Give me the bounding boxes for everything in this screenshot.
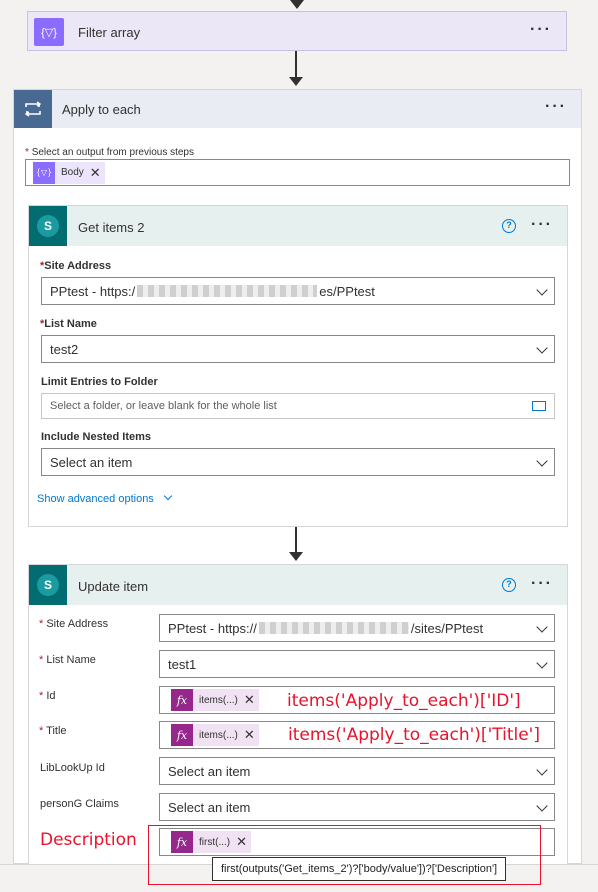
help-icon[interactable]: ? (502, 219, 516, 233)
nested-label: Include Nested Items (41, 431, 152, 443)
annotation-description: Description (40, 830, 137, 850)
chevron-down-icon[interactable] (536, 284, 548, 296)
list-name-field[interactable]: test2 (41, 335, 555, 363)
arrow-down-icon (289, 77, 303, 86)
update-list-field[interactable]: test1 (159, 650, 555, 678)
select-output-label: * Select an output from previous steps (25, 147, 194, 158)
update-list-label: * List Name (39, 654, 96, 666)
show-advanced-link[interactable]: Show advanced options (37, 491, 173, 505)
arrow-down-icon (289, 552, 303, 561)
chevron-down-icon[interactable] (536, 342, 548, 354)
apply-to-each-card[interactable]: Apply to each ··· * Select an output fro… (13, 89, 582, 864)
update-item-more-button[interactable]: ··· (531, 575, 553, 593)
update-item-title: Update item (78, 579, 149, 594)
chevron-down-icon[interactable] (536, 657, 548, 669)
title-label: * Title (39, 725, 67, 737)
remove-token-icon[interactable]: ✕ (90, 165, 105, 181)
blurred-url (258, 622, 409, 634)
get-items-card[interactable]: S Get items 2 ? ··· *Site Address PPtest… (28, 205, 568, 527)
nested-items-field[interactable]: Select an item (41, 448, 555, 476)
get-items-more-button[interactable]: ··· (531, 216, 553, 234)
chevron-down-icon (163, 491, 173, 501)
id-label: * Id (39, 690, 56, 702)
update-site-field[interactable]: PPtest - https:// /sites/PPtest (159, 614, 555, 642)
liblookup-label: LibLookUp Id (40, 762, 105, 774)
fx-icon: fx (171, 689, 193, 711)
apply-each-more-button[interactable]: ··· (545, 98, 567, 116)
person-field[interactable]: Select an item (159, 793, 555, 821)
loop-icon (14, 90, 52, 128)
folder-icon[interactable] (532, 401, 546, 411)
update-site-label: * Site Address (39, 618, 109, 630)
filter-array-card[interactable]: {▽} Filter array ··· (27, 11, 567, 51)
annotation-highlight-box (148, 825, 541, 885)
filter-array-title: Filter array (78, 25, 141, 40)
chevron-down-icon[interactable] (536, 764, 548, 776)
fx-icon: fx (171, 724, 193, 746)
site-address-label: *Site Address (40, 260, 112, 272)
remove-token-icon[interactable]: ✕ (244, 692, 259, 708)
site-address-field[interactable]: PPtest - https:/ es/PPtest (41, 277, 555, 305)
filter-token-icon: {▽} (33, 161, 55, 184)
annotation-id: items('Apply_to_each')['ID'] (287, 691, 521, 711)
annotation-title: items('Apply_to_each')['Title'] (288, 725, 540, 745)
update-item-card[interactable]: S Update item ? ··· * Site Address PPtes… (28, 564, 568, 864)
sharepoint-icon: S (29, 206, 67, 246)
filter-array-icon: {▽} (34, 18, 64, 46)
remove-token-icon[interactable]: ✕ (244, 727, 259, 743)
list-name-label: *List Name (40, 318, 97, 330)
chevron-down-icon[interactable] (536, 621, 548, 633)
sharepoint-icon: S (29, 565, 67, 605)
top-arrow-icon (290, 0, 304, 9)
chevron-down-icon[interactable] (536, 800, 548, 812)
title-expression-token[interactable]: fx items(...) ✕ (171, 724, 259, 746)
chevron-down-icon[interactable] (536, 455, 548, 467)
get-items-title: Get items 2 (78, 220, 145, 235)
folder-field[interactable]: Select a folder, or leave blank for the … (41, 393, 555, 419)
help-icon[interactable]: ? (502, 578, 516, 592)
select-output-field[interactable]: {▽} Body ✕ (25, 159, 570, 186)
liblookup-field[interactable]: Select an item (159, 757, 555, 785)
person-label: personG Claims (40, 798, 119, 810)
filter-array-more-button[interactable]: ··· (530, 21, 552, 39)
folder-label: Limit Entries to Folder (41, 376, 158, 388)
apply-each-title: Apply to each (62, 102, 141, 117)
id-expression-token[interactable]: fx items(...) ✕ (171, 689, 259, 711)
blurred-url (137, 285, 318, 297)
body-token[interactable]: {▽} Body ✕ (33, 161, 105, 184)
